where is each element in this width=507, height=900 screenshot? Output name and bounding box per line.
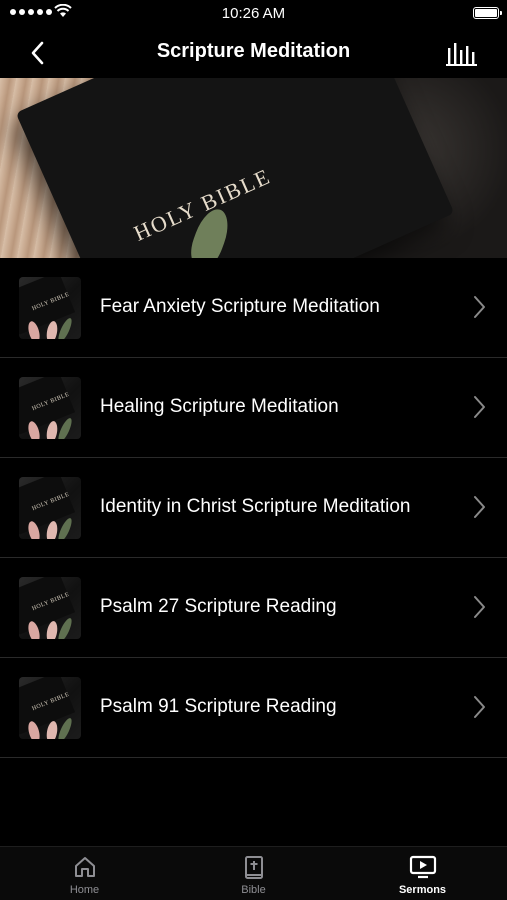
list-item-title: Identity in Christ Scripture Meditation xyxy=(100,496,411,517)
status-bar: 10:26 AM xyxy=(0,0,507,28)
list-item[interactable]: HOLY BIBLE Identity in Christ Scripture … xyxy=(0,458,507,558)
chevron-right-icon xyxy=(474,496,485,518)
hero-image: HOLY BIBLE xyxy=(0,78,507,258)
page-title: Scripture Meditation xyxy=(156,40,351,62)
list-item[interactable]: HOLY BIBLE Psalm 91 Scripture Reading xyxy=(0,658,507,758)
list-item[interactable]: HOLY BIBLE Psalm 27 Scripture Reading xyxy=(0,558,507,658)
thumbnail-text: HOLY BIBLE xyxy=(31,391,71,413)
thumbnail-text: HOLY BIBLE xyxy=(31,491,71,513)
tab-label: Home xyxy=(69,884,100,896)
thumbnail-image: HOLY BIBLE xyxy=(19,277,81,339)
chevron-right-icon xyxy=(474,396,485,418)
list-item-title: Psalm 91 Scripture Reading xyxy=(100,696,337,717)
battery-icon xyxy=(473,7,502,19)
tab-label: Bible xyxy=(241,884,266,896)
list-item[interactable]: HOLY BIBLE Healing Scripture Meditation xyxy=(0,358,507,458)
navigation-bar: Scripture Meditation xyxy=(0,28,507,78)
home-icon xyxy=(74,857,95,877)
thumbnail-text: HOLY BIBLE xyxy=(31,291,71,313)
list-item[interactable]: HOLY BIBLE Fear Anxiety Scripture Medita… xyxy=(0,258,507,358)
chevron-right-icon xyxy=(474,696,485,718)
audio-bars-icon[interactable] xyxy=(445,40,479,68)
tv-play-icon xyxy=(409,855,436,879)
bible-icon xyxy=(244,856,263,879)
tab-bar: Home Bible Sermons xyxy=(0,846,507,900)
tab-bible[interactable]: Bible xyxy=(169,847,338,900)
list-item-title: Psalm 27 Scripture Reading xyxy=(100,596,337,617)
thumbnail-text: HOLY BIBLE xyxy=(31,691,71,713)
bible-book xyxy=(15,78,455,258)
chevron-right-icon xyxy=(474,296,485,318)
list-item-title: Healing Scripture Meditation xyxy=(100,396,339,417)
thumbnail-image: HOLY BIBLE xyxy=(19,677,81,739)
meditation-list: HOLY BIBLE Fear Anxiety Scripture Medita… xyxy=(0,258,507,758)
list-item-title: Fear Anxiety Scripture Meditation xyxy=(100,296,380,317)
tab-home[interactable]: Home xyxy=(0,847,169,900)
thumbnail-image: HOLY BIBLE xyxy=(19,577,81,639)
thumbnail-image: HOLY BIBLE xyxy=(19,477,81,539)
thumbnail-text: HOLY BIBLE xyxy=(31,591,71,613)
status-time: 10:26 AM xyxy=(221,5,286,22)
chevron-right-icon xyxy=(474,596,485,618)
thumbnail-image: HOLY BIBLE xyxy=(19,377,81,439)
tab-sermons[interactable]: Sermons xyxy=(338,847,507,900)
tab-label: Sermons xyxy=(398,884,447,896)
